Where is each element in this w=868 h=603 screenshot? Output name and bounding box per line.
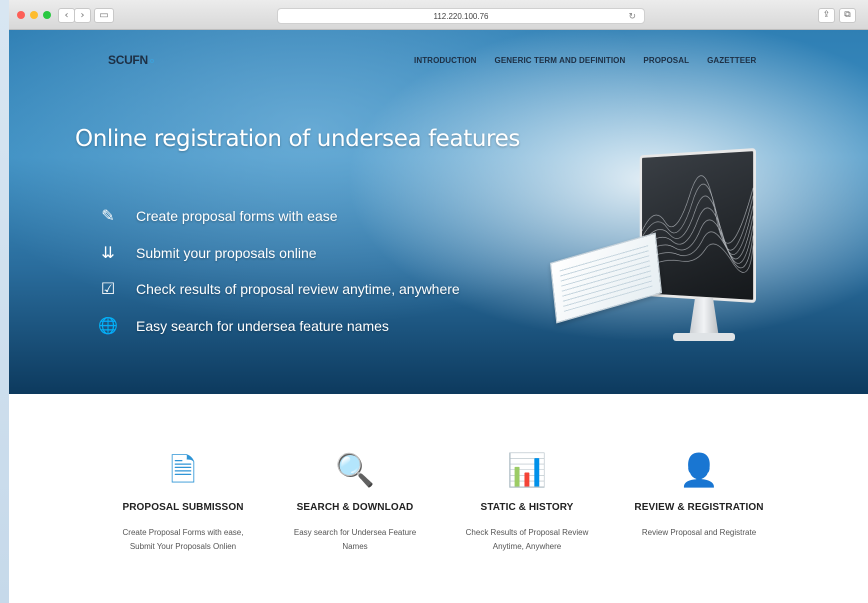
- card-title: PROPOSAL SUBMISSON: [122, 502, 244, 513]
- feature-text: Create proposal forms with ease: [136, 208, 338, 224]
- forward-icon[interactable]: ›: [74, 8, 91, 23]
- edit-icon: ✎: [101, 206, 115, 225]
- hero-banner: SCUFN INTRODUCTION GENERIC TERM AND DEFI…: [9, 30, 868, 394]
- document-paper-illustration: [549, 232, 663, 324]
- card-description: Easy search for Undersea Feature Names: [265, 526, 445, 554]
- window-frame: [0, 0, 9, 603]
- card-description-line: Names: [342, 542, 368, 551]
- card-description: Review Proposal and Registrate: [609, 526, 789, 540]
- feature-text: Submit your proposals online: [136, 245, 317, 261]
- monitor-base: [673, 333, 735, 341]
- back-icon[interactable]: ‹: [58, 8, 75, 23]
- search-icon: 🔍: [335, 451, 375, 489]
- feature-text: Check results of proposal review anytime…: [136, 281, 460, 297]
- card-title: REVIEW & REGISTRATION: [634, 502, 764, 513]
- share-icon[interactable]: ⇪: [818, 8, 835, 23]
- feature-text: Easy search for undersea feature names: [136, 318, 389, 334]
- feature-item: ☑ Check results of proposal review anyti…: [97, 279, 460, 299]
- close-window-button[interactable]: [17, 11, 25, 19]
- monitor-illustration: [549, 148, 761, 362]
- bar-chart-icon: 📊: [507, 451, 547, 489]
- card-description-line: Submit Your Proposals Onlien: [129, 542, 237, 551]
- address-bar[interactable]: 112.220.100.76 ↻: [277, 8, 645, 24]
- hero-headline: Online registration of undersea features: [75, 126, 520, 152]
- service-card-search[interactable]: 🔍 SEARCH & DOWNLOAD Easy search for Unde…: [265, 450, 445, 554]
- nav-introduction[interactable]: INTRODUCTION: [414, 56, 477, 65]
- user-icon: 👤: [679, 451, 719, 489]
- minimize-window-button[interactable]: [30, 11, 38, 19]
- reload-icon[interactable]: ↻: [628, 10, 636, 25]
- card-description-line: Review Proposal and Registrate: [641, 528, 757, 537]
- feature-item: ✎ Create proposal forms with ease: [97, 206, 338, 226]
- feature-item: 🌐 Easy search for undersea feature names: [97, 316, 389, 336]
- service-card-proposal[interactable]: 🗎 PROPOSAL SUBMISSON Create Proposal For…: [93, 450, 273, 554]
- globe-search-icon: 🌐: [98, 316, 118, 335]
- checkbox-icon: ☑: [100, 279, 116, 298]
- card-description-line: Create Proposal Forms with ease,: [122, 528, 244, 537]
- service-card-statistics[interactable]: 📊 STATIC & HISTORY Check Results of Prop…: [437, 450, 617, 554]
- card-description-line: Check Results of Proposal Review: [465, 528, 589, 537]
- top-navigation: INTRODUCTION GENERIC TERM AND DEFINITION…: [414, 56, 756, 65]
- browser-toolbar: ‹ › ▭ 112.220.100.76 ↻ ⇪ ⧉: [9, 0, 868, 30]
- card-description: Check Results of Proposal Review Anytime…: [437, 526, 617, 554]
- services-section: 🗎 PROPOSAL SUBMISSON Create Proposal For…: [9, 394, 868, 603]
- monitor-stand: [689, 298, 719, 338]
- document-icon: 🗎: [170, 451, 196, 489]
- sidebar-toggle-icon[interactable]: ▭: [94, 8, 114, 23]
- card-description-line: Easy search for Undersea Feature: [293, 528, 417, 537]
- submit-icon: ⇊: [101, 243, 115, 262]
- zoom-window-button[interactable]: [43, 11, 51, 19]
- nav-generic-term[interactable]: GENERIC TERM AND DEFINITION: [495, 56, 626, 65]
- service-card-review[interactable]: 👤 REVIEW & REGISTRATION Review Proposal …: [609, 450, 789, 540]
- site-logo[interactable]: SCUFN: [108, 53, 154, 67]
- card-title: SEARCH & DOWNLOAD: [296, 502, 414, 513]
- logo-text: SCUFN: [108, 53, 148, 67]
- card-title: STATIC & HISTORY: [480, 502, 574, 513]
- logo-mark-icon: [149, 58, 154, 63]
- address-text: 112.220.100.76: [433, 12, 489, 21]
- nav-proposal[interactable]: PROPOSAL: [643, 56, 689, 65]
- card-description: Create Proposal Forms with ease, Submit …: [93, 526, 273, 554]
- nav-gazetteer[interactable]: GAZETTEER: [707, 56, 756, 65]
- tabs-icon[interactable]: ⧉: [839, 8, 856, 23]
- feature-item: ⇊ Submit your proposals online: [97, 243, 317, 263]
- card-description-line: Anytime, Anywhere: [492, 542, 562, 551]
